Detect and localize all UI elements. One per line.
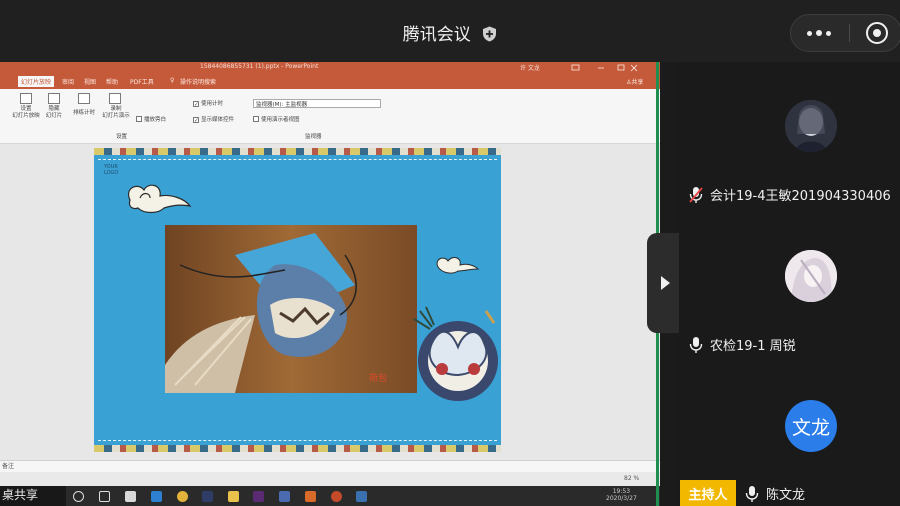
participant-row[interactable]: 会计19-4王敏201904330406: [688, 185, 891, 204]
mic-icon: [689, 336, 703, 353]
slide-canvas[interactable]: YOUR LOGO 荷包: [94, 148, 501, 452]
ppt-zoom-level[interactable]: 82 %: [624, 475, 639, 482]
ppt-tab-help[interactable]: 帮助: [106, 77, 118, 86]
slide-border-bottom: [94, 445, 501, 452]
photo-caption: 荷包: [369, 374, 388, 384]
slide-border-top: [94, 148, 501, 155]
chrome-icon[interactable]: [177, 491, 188, 502]
checkbox-presenter-view[interactable]: 使用演示者视图: [253, 115, 300, 123]
avatar-light-art: [785, 250, 837, 302]
host-name: 陈文龙: [766, 488, 806, 503]
host-badge: 主持人: [680, 480, 736, 506]
app-icon[interactable]: [279, 491, 290, 502]
ppt-tab-search[interactable]: 操作说明搜索: [180, 77, 216, 86]
taskbar-clock: 19:53 2020/3/27: [606, 488, 637, 502]
hide-slide-icon: [48, 93, 60, 104]
app-orange-icon[interactable]: [305, 491, 316, 502]
ppt-tab-review[interactable]: 审阅: [62, 77, 74, 86]
ppt-window-user: 许 文龙: [520, 65, 540, 72]
mic-muted-icon: [689, 186, 703, 203]
checkbox-use-timing-label: 使用计时: [201, 101, 224, 107]
checkbox-presenter-view-label: 使用演示者视图: [261, 117, 300, 123]
shield-icon: [483, 26, 497, 42]
meeting-app-icon[interactable]: [356, 491, 367, 502]
ppt-share-button[interactable]: ♙共享: [626, 77, 643, 86]
meeting-screen: 腾讯会议 15844086855731 (1).pptx - PowerPoin…: [0, 0, 900, 506]
ppt-notes-bar[interactable]: 备注: [0, 460, 660, 472]
ppt-ribbon-tabs: 幻灯片放映 审阅 视图 帮助 PDF工具 ♀ 操作说明搜索 ♙共享: [0, 74, 660, 89]
ppt-share-label: 共享: [631, 79, 644, 86]
ppt-tab-view[interactable]: 视图: [84, 77, 96, 86]
ppt-tab-slideshow[interactable]: 幻灯片放映: [18, 76, 55, 87]
sachet-photo: 荷包: [165, 225, 417, 393]
avatar-light: [785, 250, 837, 302]
ppt-tab-pdf[interactable]: PDF工具: [130, 77, 154, 86]
avatar-dark-art: [785, 100, 837, 152]
ppt-title-bar: 15844086855731 (1).pptx - PowerPoint 许 文…: [0, 62, 660, 74]
screen-share-label: 桌共享: [0, 486, 66, 506]
slide-logo: YOUR LOGO: [104, 164, 118, 176]
ribbon-group-monitor: 监视器: [305, 134, 322, 140]
close-target-icon[interactable]: [866, 22, 888, 44]
auspicious-cloud-right: [436, 257, 480, 274]
participant-name: 农检19-1 周锐: [710, 339, 796, 354]
top-bar: 腾讯会议: [0, 0, 900, 62]
capsule-divider: [849, 24, 850, 42]
more-icon[interactable]: [790, 14, 848, 52]
checkbox-media-controls[interactable]: ✓ 显示媒体控件: [193, 115, 235, 124]
monitor-select[interactable]: 监视器(M): 主监视器: [253, 99, 381, 108]
auspicious-cloud-left: [128, 184, 192, 214]
ppt-ribbon: 设置 幻灯片放映 隐藏 幻灯片 排练计时 录制 幻灯片演示 播放旁白 ✓ 使用计时…: [0, 89, 660, 144]
ppt-status-bar: 82 %: [0, 472, 660, 486]
folder-icon[interactable]: [228, 491, 239, 502]
rehearse-timing-icon: [78, 93, 90, 104]
checkbox-narration-label: 播放旁白: [144, 117, 167, 123]
ribbon-group-setup: 设置: [116, 134, 128, 140]
ppt-window-title: 15844086855731 (1).pptx - PowerPoint: [200, 63, 319, 70]
avatar-dark: [785, 100, 837, 152]
sachet-photo-art: [165, 225, 417, 393]
app-title-text: 腾讯会议: [402, 25, 471, 45]
ribbon-record-slideshow[interactable]: 录制 幻灯片演示: [96, 106, 136, 120]
store-icon[interactable]: [125, 491, 136, 502]
host-avatar: 文龙: [785, 400, 837, 452]
setup-slideshow-icon: [20, 93, 32, 104]
slide-dash-bottom: [98, 440, 497, 441]
powerpoint-icon[interactable]: [331, 491, 342, 502]
shared-screen: 15844086855731 (1).pptx - PowerPoint 许 文…: [0, 62, 660, 506]
participant-name: 会计19-4王敏201904330406: [710, 189, 891, 204]
sachet-decoration: [413, 306, 498, 401]
mic-icon: [745, 485, 759, 502]
collapse-panel-button[interactable]: [647, 233, 679, 333]
ribbon-setup-slideshow[interactable]: 设置 幻灯片放映: [8, 106, 44, 120]
lightbulb-icon: ♀: [170, 77, 175, 84]
taskbar-time: 19:53: [612, 488, 631, 495]
checkbox-use-timing[interactable]: ✓ 使用计时: [193, 99, 224, 108]
slide-dash-top: [98, 159, 497, 160]
taskbar-date: 2020/3/27: [606, 495, 637, 502]
edge-icon[interactable]: [151, 491, 162, 502]
photoshop-icon[interactable]: [202, 491, 213, 502]
slide-logo-line2: LOGO: [104, 170, 119, 176]
task-view-icon[interactable]: [99, 491, 110, 502]
checkbox-media-controls-label: 显示媒体控件: [201, 117, 235, 123]
checkbox-narration[interactable]: 播放旁白: [136, 115, 166, 123]
ppt-window-controls: [571, 64, 638, 72]
search-circle-icon[interactable]: [73, 491, 84, 502]
ribbon-hide-slide[interactable]: 隐藏 幻灯片: [40, 106, 68, 120]
premiere-icon[interactable]: [253, 491, 264, 502]
app-title: 腾讯会议: [0, 20, 900, 45]
host-row[interactable]: 陈文龙: [744, 484, 805, 503]
record-slideshow-icon: [109, 93, 121, 104]
participant-row[interactable]: 农检19-1 周锐: [688, 335, 796, 354]
play-arrow-icon: [660, 276, 670, 290]
